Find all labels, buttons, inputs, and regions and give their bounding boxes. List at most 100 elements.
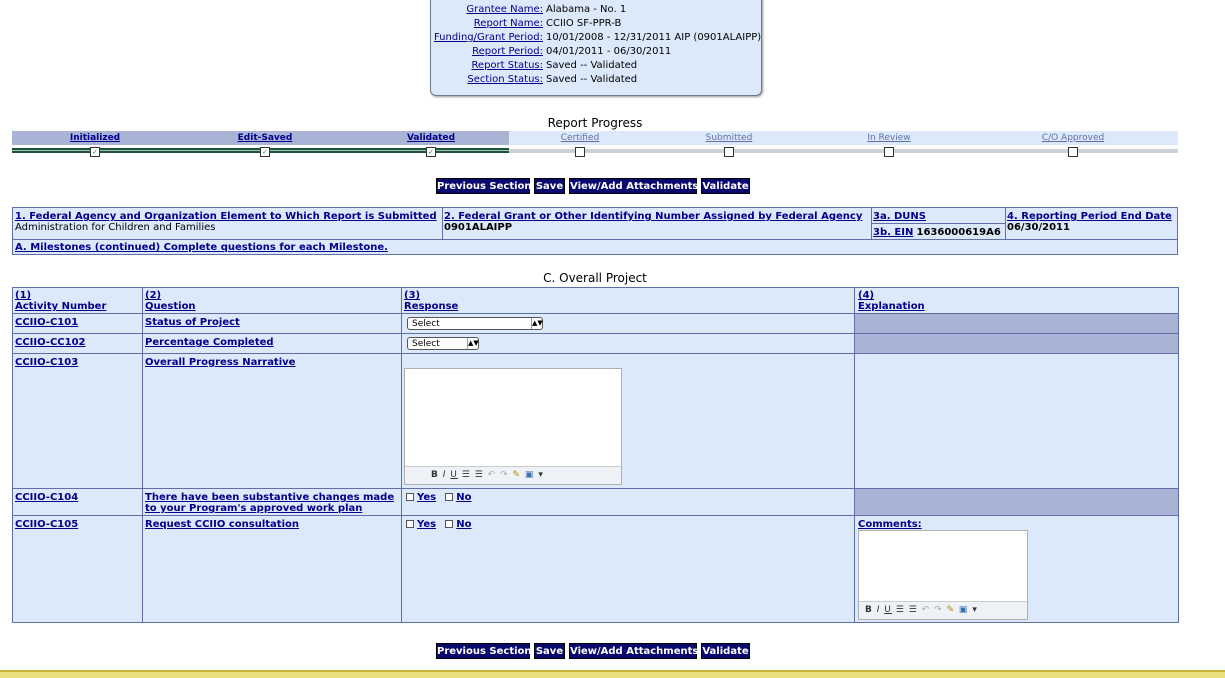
progress-step-edit-saved[interactable]: Edit-Saved [238, 131, 293, 145]
more-tools-icon[interactable]: ▾ [538, 470, 544, 480]
comments-rich-text-editor[interactable]: B I U ☰ ☰ ↶ ↷ ✎ ▣ ▾ [858, 530, 1028, 620]
progress-step-validated[interactable]: Validated [407, 131, 455, 145]
grantee-name-label[interactable]: Grantee Name: [466, 3, 543, 17]
col-header-response-num: (3) [404, 290, 421, 301]
bullet-list-icon[interactable]: ☰ [475, 470, 484, 480]
save-button[interactable]: Save [534, 643, 565, 659]
col-header-response: (3) Response [404, 290, 458, 312]
question-work-plan-changes[interactable]: There have been substantive changes made… [145, 492, 401, 514]
question-percentage-completed[interactable]: Percentage Completed [145, 337, 274, 348]
progress-step-submitted[interactable]: Submitted [706, 131, 753, 145]
bold-icon[interactable]: B [431, 470, 439, 480]
progress-step-co-approved[interactable]: C/O Approved [1042, 131, 1104, 145]
image-icon[interactable]: ▣ [525, 470, 535, 480]
duns-label[interactable]: 3a. DUNS [873, 211, 926, 222]
divider [13, 333, 1178, 334]
italic-icon[interactable]: I [877, 605, 881, 615]
narrative-rich-text-editor[interactable]: B I U ☰ ☰ ↶ ↷ ✎ ▣ ▾ [404, 368, 622, 485]
empty-checkbox-icon [724, 147, 734, 157]
grantee-name-value: Alabama - No. 1 [546, 4, 627, 15]
col-header-question: (2) Question [145, 290, 196, 312]
funding-period-label[interactable]: Funding/Grant Period: [434, 31, 543, 45]
activity-number-c101[interactable]: CCIIO-C101 [15, 317, 78, 328]
no-label[interactable]: No [456, 519, 471, 530]
image-icon[interactable]: ▣ [959, 605, 969, 615]
previous-section-button[interactable]: Previous Section [436, 178, 532, 194]
ordered-list-icon[interactable]: ☰ [462, 470, 471, 480]
col-header-activity-name: Activity Number [15, 301, 107, 312]
grant-number-label[interactable]: 2. Federal Grant or Other Identifying Nu… [444, 211, 862, 222]
bold-icon[interactable]: B [865, 605, 873, 615]
undo-icon[interactable]: ↶ [922, 605, 931, 615]
federal-agency-value: Administration for Children and Families [15, 222, 216, 233]
divider [13, 313, 1178, 314]
no-label[interactable]: No [456, 492, 471, 503]
activity-number-c103[interactable]: CCIIO-C103 [15, 357, 78, 368]
no-checkbox[interactable] [445, 520, 454, 528]
report-status-label[interactable]: Report Status: [471, 59, 543, 73]
view-add-attachments-button[interactable]: View/Add Attachments [569, 178, 698, 194]
check-icon: ✓ [90, 147, 100, 157]
spellcheck-icon[interactable]: ✎ [513, 470, 522, 480]
question-overall-progress-narrative[interactable]: Overall Progress Narrative [145, 357, 295, 368]
bullet-list-icon[interactable]: ☰ [909, 605, 918, 615]
report-info-box: Grantee Name: Alabama - No. 1 Report Nam… [430, 0, 762, 96]
explanation-cell-disabled [855, 489, 1178, 516]
federal-agency-label[interactable]: 1. Federal Agency and Organization Eleme… [15, 211, 437, 222]
more-tools-icon[interactable]: ▾ [972, 605, 978, 615]
divider [854, 288, 855, 622]
percentage-completed-select[interactable]: Select ▲▼ [407, 337, 479, 350]
funding-period-value: 10/01/2008 - 12/31/2011 AIP (0901ALAIPP) [546, 32, 762, 43]
view-add-attachments-button[interactable]: View/Add Attachments [569, 643, 698, 659]
undo-icon[interactable]: ↶ [488, 470, 497, 480]
header-row-grantee: Grantee Name: Alabama - No. 1 [431, 3, 761, 17]
question-request-consultation[interactable]: Request CCIIO consultation [145, 519, 299, 530]
activity-number-cc102[interactable]: CCIIO-CC102 [15, 337, 86, 348]
report-name-label[interactable]: Report Name: [474, 17, 543, 31]
progress-step-initialized[interactable]: Initialized [70, 131, 120, 145]
status-of-project-select[interactable]: Select ▲▼ [407, 317, 543, 330]
section-status-value: Saved -- Validated [546, 74, 638, 85]
yes-checkbox[interactable] [406, 520, 414, 528]
activity-number-c105[interactable]: CCIIO-C105 [15, 519, 78, 530]
col-header-explanation-num: (4) [858, 290, 875, 301]
ordered-list-icon[interactable]: ☰ [896, 605, 905, 615]
editor-toolbar: B I U ☰ ☰ ↶ ↷ ✎ ▣ ▾ [859, 601, 1027, 619]
redo-icon[interactable]: ↷ [934, 605, 943, 615]
divider [13, 515, 1178, 516]
validate-button[interactable]: Validate [701, 178, 750, 194]
underline-icon[interactable]: U [450, 470, 458, 480]
col-header-question-name: Question [145, 301, 196, 312]
progress-step-in-review[interactable]: In Review [867, 131, 910, 145]
ein-cell: 3b. EIN 1636000619A6 [873, 227, 1001, 238]
activity-number-c104[interactable]: CCIIO-C104 [15, 492, 78, 503]
header-row-report-name: Report Name: CCIIO SF-PPR-B [431, 17, 761, 31]
yes-label[interactable]: Yes [417, 519, 436, 530]
validate-button[interactable]: Validate [701, 643, 750, 659]
section-status-label[interactable]: Section Status: [467, 73, 543, 87]
spellcheck-icon[interactable]: ✎ [947, 605, 956, 615]
progress-step-certified[interactable]: Certified [561, 131, 599, 145]
period-end-label[interactable]: 4. Reporting Period End Date [1007, 211, 1172, 222]
milestones-link[interactable]: A. Milestones (continued) Complete quest… [15, 242, 388, 253]
explanation-cell-disabled [855, 334, 1178, 354]
yes-checkbox[interactable] [406, 493, 414, 501]
report-period-label[interactable]: Report Period: [472, 45, 543, 59]
report-name-value: CCIIO SF-PPR-B [546, 18, 622, 29]
underline-icon[interactable]: U [884, 605, 892, 615]
question-status-of-project[interactable]: Status of Project [145, 317, 240, 328]
col-header-explanation-name: Explanation [858, 301, 925, 312]
editor-toolbar: B I U ☰ ☰ ↶ ↷ ✎ ▣ ▾ [405, 466, 621, 484]
period-end-value: 06/30/2011 [1007, 222, 1070, 233]
previous-section-button[interactable]: Previous Section [436, 643, 532, 659]
empty-checkbox-icon [575, 147, 585, 157]
ein-label[interactable]: 3b. EIN [873, 227, 913, 238]
redo-icon[interactable]: ↷ [500, 470, 509, 480]
no-checkbox[interactable] [445, 493, 454, 501]
yes-label[interactable]: Yes [417, 492, 436, 503]
select-arrows-icon: ▲▼ [531, 318, 543, 329]
empty-checkbox-icon [1068, 147, 1078, 157]
save-button[interactable]: Save [534, 178, 565, 194]
report-identification-table: 1. Federal Agency and Organization Eleme… [12, 207, 1178, 255]
italic-icon[interactable]: I [443, 470, 447, 480]
